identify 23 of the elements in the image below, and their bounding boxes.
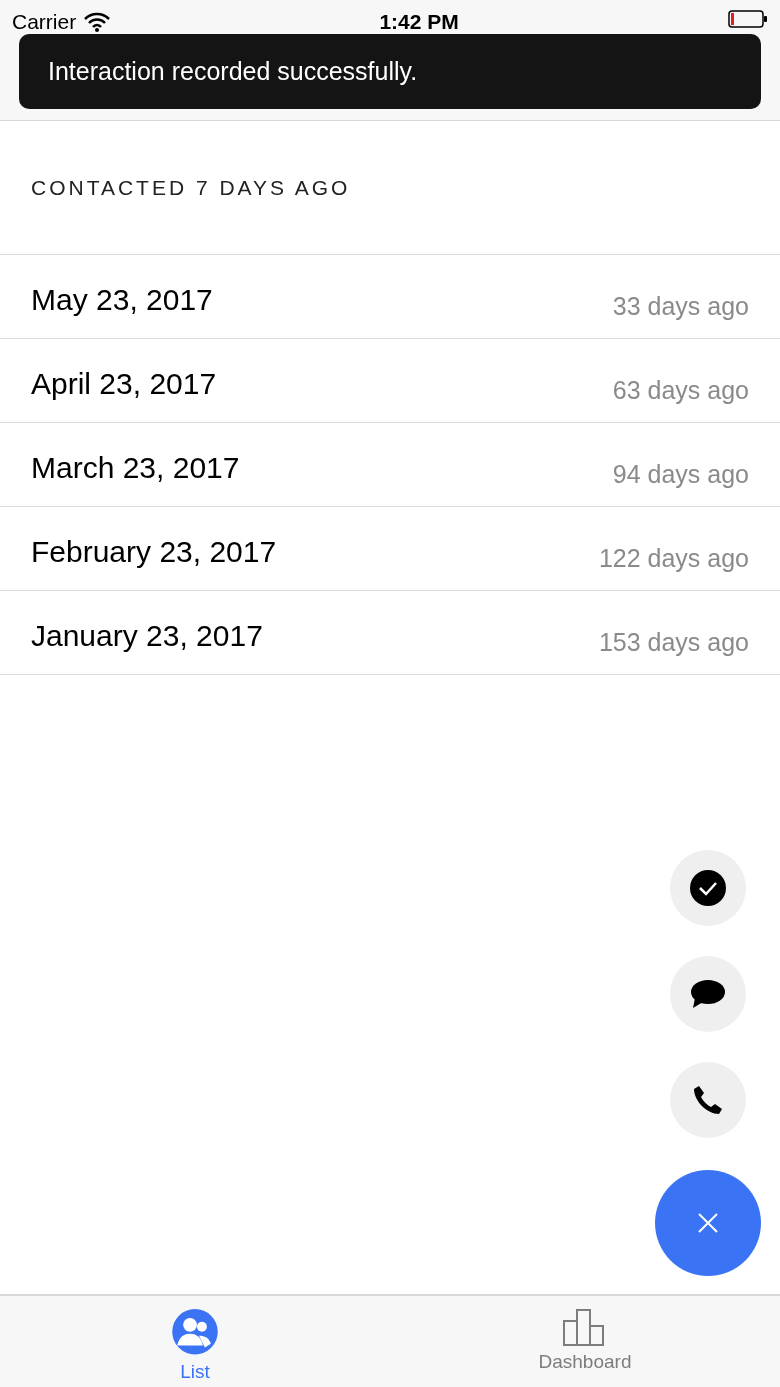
interaction-date: February 23, 2017 [31,534,277,570]
days-ago-label: 153 days ago [598,627,749,658]
tab[interactable]: List [0,1296,390,1387]
interaction-date: March 23, 2017 [31,450,240,486]
interaction-date: January 23, 2017 [31,618,263,654]
toast-message: Interaction recorded successfully. [19,34,761,109]
wifi-icon [84,11,111,32]
days-ago-label: 122 days ago [598,543,749,574]
section-header: CONTACTED 7 DAYS AGO [0,121,780,255]
days-ago-label: 63 days ago [612,375,749,406]
phone-icon [692,1084,724,1116]
days-ago-label: 33 days ago [612,291,749,322]
chat-bubble-icon [690,978,726,1010]
carrier-label: Carrier [12,9,77,35]
tab[interactable]: Dashboard [390,1296,780,1387]
people-icon [171,1308,219,1356]
interaction-date: April 23, 2017 [31,366,217,402]
days-ago-label: 94 days ago [612,459,749,490]
battery-icon [728,10,768,28]
checkmark-icon [689,869,727,907]
close-icon [698,1213,718,1233]
clock-label: 1:42 PM [379,9,459,35]
interaction-date: May 23, 2017 [31,282,213,318]
